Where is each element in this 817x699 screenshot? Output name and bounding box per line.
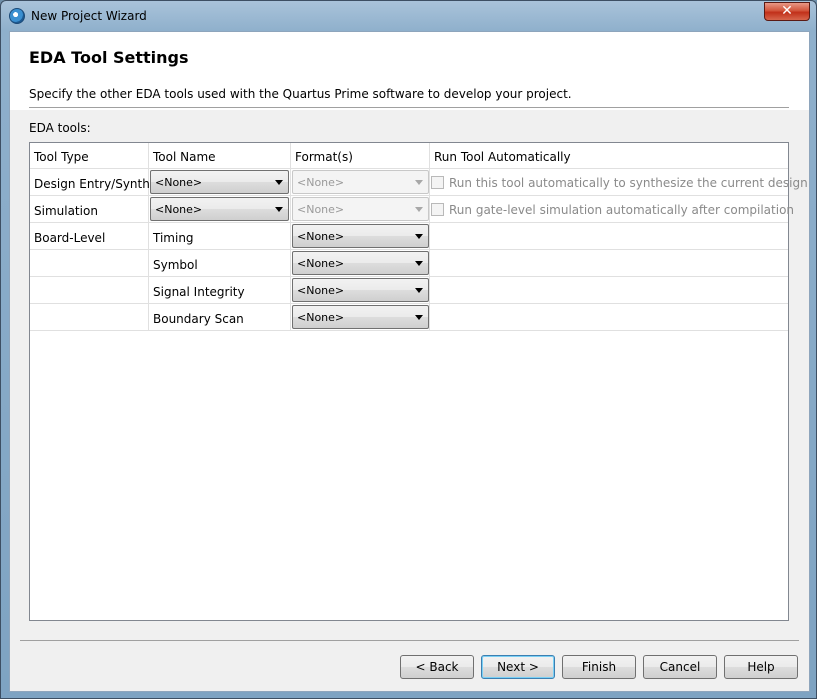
tool-type-label: Simulation <box>34 204 98 218</box>
simulation-format-select: <None> <box>292 197 429 221</box>
table-row-board-boundary-scan: Boundary Scan <None> <box>30 304 788 331</box>
chevron-down-icon <box>415 261 423 266</box>
table-row-design-entry: Design Entry/Synth... <None> <None> Run … <box>30 169 808 196</box>
run-auto-cell: Run gate-level simulation automatically … <box>430 196 794 222</box>
quartus-app-icon <box>9 8 25 24</box>
tool-name-label: Signal Integrity <box>153 285 245 299</box>
help-button[interactable]: Help <box>724 655 798 679</box>
header-separator <box>29 107 789 108</box>
tool-name-cell: Boundary Scan <box>149 304 291 330</box>
tool-type-cell: Design Entry/Synth... <box>30 169 161 195</box>
chevron-down-icon <box>415 207 423 212</box>
finish-button[interactable]: Finish <box>562 655 636 679</box>
tool-name-cell: Signal Integrity <box>149 277 291 303</box>
close-button[interactable]: ✕ <box>764 2 810 21</box>
run-simulation-label: Run gate-level simulation automatically … <box>449 203 795 217</box>
column-header-formats[interactable]: Format(s) <box>291 143 430 168</box>
tool-type-cell <box>30 250 149 276</box>
title-bar: New Project Wizard ✕ <box>1 1 816 31</box>
run-auto-cell <box>430 250 788 276</box>
run-auto-cell <box>430 304 788 330</box>
symbol-format-select[interactable]: <None> <box>292 251 429 275</box>
checkbox-icon <box>431 203 444 216</box>
chevron-down-icon <box>415 180 423 185</box>
run-synthesis-label: Run this tool automatically to synthesiz… <box>449 176 808 190</box>
tool-type-cell <box>30 304 149 330</box>
chevron-down-icon <box>415 288 423 293</box>
boundary-scan-format-select[interactable]: <None> <box>292 305 429 329</box>
signal-integrity-format-select[interactable]: <None> <box>292 278 429 302</box>
tool-type-cell: Simulation <box>30 196 149 222</box>
wizard-window: New Project Wizard ✕ EDA Tool Settings S… <box>0 0 817 699</box>
chevron-down-icon <box>415 234 423 239</box>
next-button[interactable]: Next > <box>481 655 555 679</box>
format-cell: <None> <box>291 250 430 276</box>
column-header-run-automatically[interactable]: Run Tool Automatically <box>430 143 788 168</box>
run-auto-cell: Run this tool automatically to synthesiz… <box>430 169 808 195</box>
tool-name-label: Boundary Scan <box>153 312 244 326</box>
window-title: New Project Wizard <box>31 9 147 23</box>
tool-name-cell: Symbol <box>149 250 291 276</box>
eda-tools-table: Tool Type Tool Name Format(s) Run Tool A… <box>29 142 808 621</box>
tool-type-cell: Board-Level <box>30 223 149 249</box>
tool-type-label: Board-Level <box>34 231 106 245</box>
tool-name-label: Symbol <box>153 258 198 272</box>
tool-name-cell: Timing <box>149 223 291 249</box>
checkbox-icon <box>431 176 444 189</box>
tool-name-cell: <None> <box>149 169 291 195</box>
timing-format-select[interactable]: <None> <box>292 224 429 248</box>
chevron-down-icon <box>415 315 423 320</box>
simulation-tool-select[interactable]: <None> <box>150 197 289 221</box>
table-row-board-signal-integrity: Signal Integrity <None> <box>30 277 788 304</box>
run-auto-cell <box>430 277 788 303</box>
format-cell: <None> <box>291 169 430 195</box>
format-cell: <None> <box>291 223 430 249</box>
format-cell: <None> <box>291 277 430 303</box>
page-title: EDA Tool Settings <box>29 48 189 67</box>
wizard-header: EDA Tool Settings Specify the other EDA … <box>10 32 809 110</box>
format-cell: <None> <box>291 196 430 222</box>
tool-name-cell: <None> <box>149 196 291 222</box>
tool-type-cell <box>30 277 149 303</box>
tool-type-label: Design Entry/Synth... <box>34 177 162 191</box>
tool-name-label: Timing <box>153 231 194 245</box>
run-auto-cell <box>430 223 788 249</box>
eda-tools-label: EDA tools: <box>29 121 91 135</box>
dialog-client-area: EDA Tool Settings Specify the other EDA … <box>9 31 810 692</box>
format-cell: <None> <box>291 304 430 330</box>
table-row-simulation: Simulation <None> <None> Run gate-level … <box>30 196 794 223</box>
table-row-board-symbol: Symbol <None> <box>30 250 788 277</box>
back-button[interactable]: < Back <box>400 655 474 679</box>
chevron-down-icon <box>275 180 283 185</box>
chevron-down-icon <box>275 207 283 212</box>
table-row-board-timing: Board-Level Timing <None> <box>30 223 788 250</box>
page-description: Specify the other EDA tools used with th… <box>29 87 572 101</box>
table-header-row: Tool Type Tool Name Format(s) Run Tool A… <box>30 143 788 169</box>
footer-separator <box>20 640 799 641</box>
cancel-button[interactable]: Cancel <box>643 655 717 679</box>
column-header-tool-name[interactable]: Tool Name <box>149 143 291 168</box>
design-entry-format-select: <None> <box>292 170 429 194</box>
column-header-tool-type[interactable]: Tool Type <box>30 143 149 168</box>
design-entry-tool-select[interactable]: <None> <box>150 170 289 194</box>
